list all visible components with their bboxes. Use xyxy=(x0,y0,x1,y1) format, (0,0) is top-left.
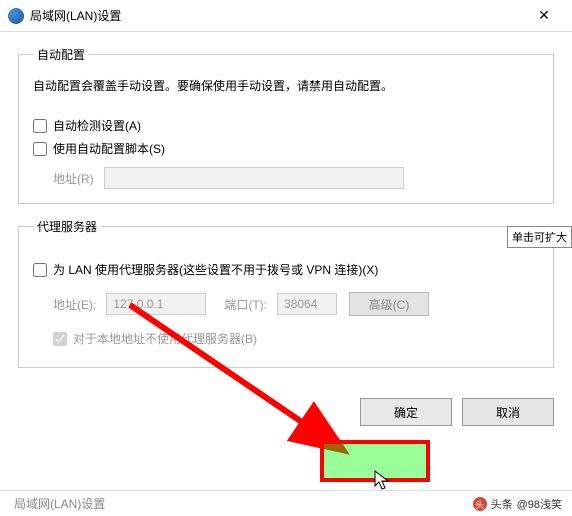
proxy-port-label: 端口(T): xyxy=(224,296,267,313)
proxy-group: 代理服务器 为 LAN 使用代理服务器(这些设置不用于拨号或 VPN 连接)(X… xyxy=(18,218,554,368)
cursor-icon xyxy=(374,470,390,492)
bypass-local-checkbox[interactable] xyxy=(53,332,67,346)
toutiao-icon: 头 xyxy=(473,497,487,511)
proxy-address-input[interactable] xyxy=(106,293,206,315)
footer-truncated-label: 局域网(LAN)设置 xyxy=(14,497,105,511)
auto-config-legend: 自动配置 xyxy=(33,46,89,63)
footer-credit-source: 头条 xyxy=(491,496,513,512)
ok-button[interactable]: 确定 xyxy=(360,398,452,426)
footer-credit-user: @98浅笑 xyxy=(517,496,562,512)
advanced-button[interactable]: 高级(C) xyxy=(349,292,429,316)
cancel-button[interactable]: 取消 xyxy=(462,398,554,426)
title-bar: 局域网(LAN)设置 ✕ xyxy=(0,0,572,32)
use-proxy-checkbox[interactable] xyxy=(33,263,47,277)
script-address-label: 地址(R) xyxy=(53,170,94,187)
auto-config-group: 自动配置 自动配置会覆盖手动设置。要确保使用手动设置，请禁用自动配置。 自动检测… xyxy=(18,46,554,204)
bypass-local-label: 对于本地地址不使用代理服务器(B) xyxy=(73,330,257,347)
footer-credit: 头 头条 @98浅笑 xyxy=(473,496,562,512)
script-address-input[interactable] xyxy=(104,167,404,189)
auto-script-checkbox[interactable] xyxy=(33,142,47,156)
auto-script-label: 使用自动配置脚本(S) xyxy=(53,140,165,157)
window-title: 局域网(LAN)设置 xyxy=(30,7,524,24)
auto-config-note: 自动配置会覆盖手动设置。要确保使用手动设置，请禁用自动配置。 xyxy=(33,77,539,95)
proxy-legend: 代理服务器 xyxy=(33,218,101,235)
zoom-tooltip: 单击可扩大 xyxy=(507,226,572,248)
proxy-address-label: 地址(E): xyxy=(53,296,96,313)
annotation-highlight-box xyxy=(320,440,430,482)
proxy-port-input[interactable] xyxy=(277,293,337,315)
globe-icon xyxy=(8,8,24,24)
footer-strip: 局域网(LAN)设置 头 头条 @98浅笑 xyxy=(0,490,572,516)
close-button[interactable]: ✕ xyxy=(524,2,564,30)
auto-detect-checkbox[interactable] xyxy=(33,119,47,133)
auto-detect-label: 自动检测设置(A) xyxy=(53,117,141,134)
use-proxy-label: 为 LAN 使用代理服务器(这些设置不用于拨号或 VPN 连接)(X) xyxy=(53,261,378,278)
